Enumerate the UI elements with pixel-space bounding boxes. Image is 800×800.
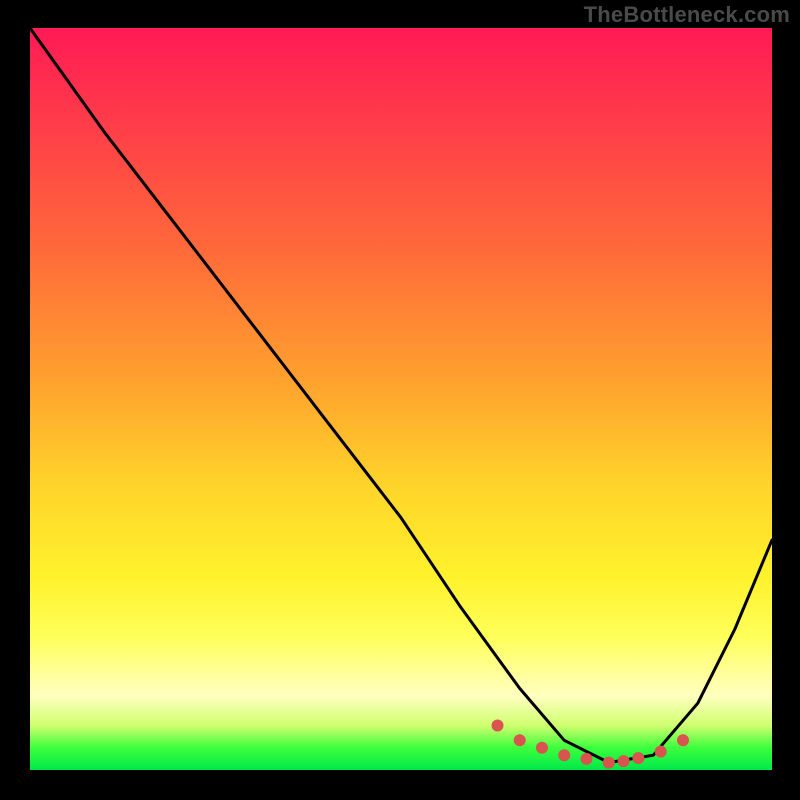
marker-dot <box>558 749 570 761</box>
highlight-dots <box>492 720 690 769</box>
curve-layer <box>30 28 772 770</box>
bottleneck-curve <box>30 28 772 763</box>
marker-dot <box>677 734 689 746</box>
marker-dot <box>536 742 548 754</box>
chart-frame: TheBottleneck.com <box>0 0 800 800</box>
marker-dot <box>581 753 593 765</box>
watermark-text: TheBottleneck.com <box>584 2 790 28</box>
marker-dot <box>603 757 615 769</box>
marker-dot <box>655 746 667 758</box>
plot-area <box>30 28 772 770</box>
marker-dot <box>514 734 526 746</box>
marker-dot <box>618 755 630 767</box>
marker-dot <box>492 720 504 732</box>
marker-dot <box>632 752 644 764</box>
